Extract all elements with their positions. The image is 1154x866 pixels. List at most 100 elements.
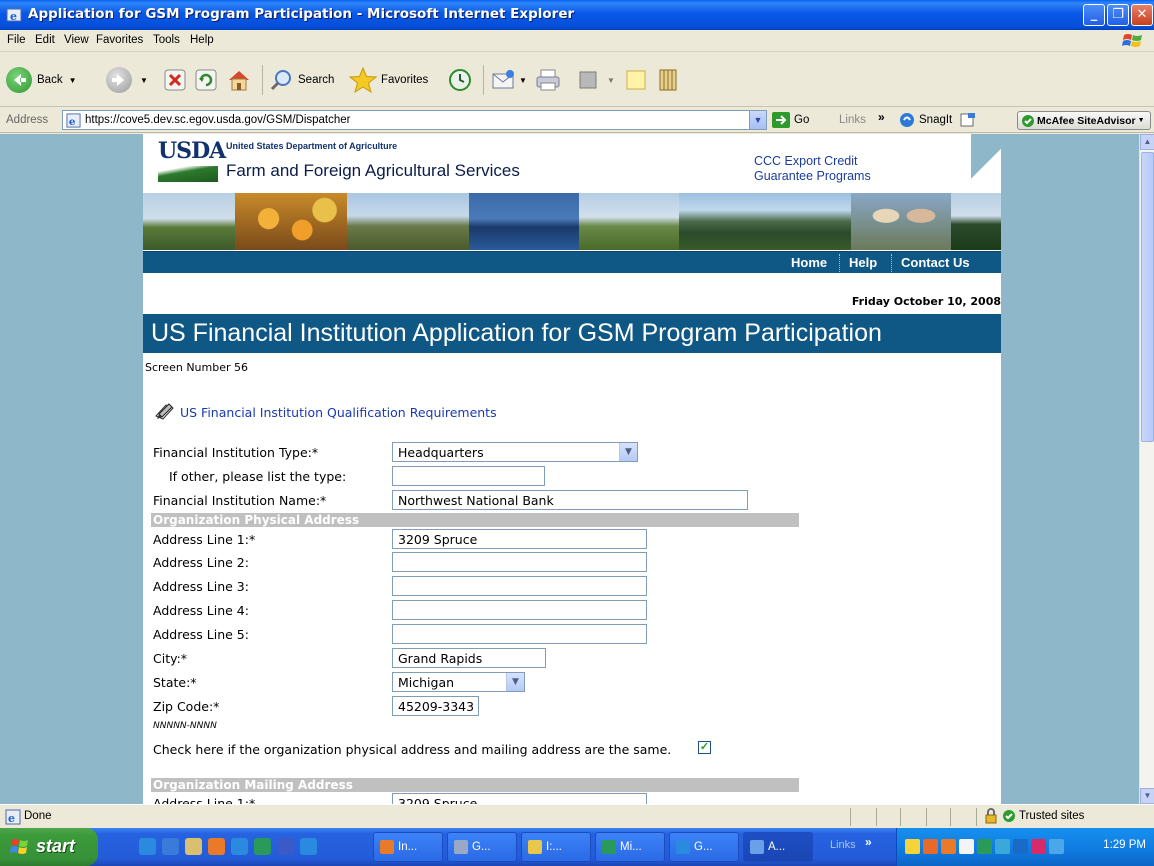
- quicklaunch-icon[interactable]: [300, 838, 317, 855]
- stop-button[interactable]: [164, 60, 186, 100]
- forward-button[interactable]: ▼: [106, 60, 148, 100]
- restore-button[interactable]: ❐: [1107, 4, 1129, 26]
- excel-quicklaunch-icon[interactable]: [254, 838, 271, 855]
- taskbar-links-chevron-icon[interactable]: »: [865, 835, 872, 849]
- same-address-checkbox[interactable]: ✓: [698, 741, 711, 754]
- snagit-button[interactable]: SnagIt: [899, 112, 976, 128]
- nav-home[interactable]: Home: [791, 255, 827, 270]
- tray-icon[interactable]: [923, 839, 938, 854]
- taskbar-item[interactable]: Mi...: [595, 832, 665, 862]
- usda-logo-text: USDA: [158, 138, 226, 164]
- page-done-icon: e: [5, 809, 21, 825]
- tray-icon[interactable]: [1013, 839, 1028, 854]
- outlook-quicklaunch-icon[interactable]: [208, 838, 225, 855]
- taskbar-item[interactable]: G...: [447, 832, 517, 862]
- mailing-address-line-1-input[interactable]: 3209 Spruce: [392, 793, 647, 804]
- windows-flag-icon: [10, 839, 28, 854]
- lock-icon[interactable]: [983, 808, 999, 824]
- quicklaunch-icon[interactable]: [231, 838, 248, 855]
- address-line-4-input[interactable]: [392, 600, 647, 620]
- tray-icon[interactable]: [977, 839, 992, 854]
- address-line-5-input[interactable]: [392, 624, 647, 644]
- refresh-button[interactable]: [195, 60, 217, 100]
- scroll-down-icon[interactable]: ▼: [1140, 788, 1154, 804]
- go-button[interactable]: Go: [772, 112, 809, 128]
- city-input[interactable]: Grand Rapids: [392, 648, 546, 668]
- notes-button[interactable]: [625, 60, 647, 100]
- chevron-down-icon[interactable]: ▼: [506, 673, 524, 691]
- other-type-input[interactable]: [392, 466, 545, 486]
- quicklaunch-icon[interactable]: [185, 838, 202, 855]
- edit-button[interactable]: ▼: [577, 60, 615, 100]
- research-button[interactable]: [656, 60, 682, 100]
- city-label: City:*: [153, 651, 188, 666]
- address-line-1-input[interactable]: 3209 Spruce: [392, 529, 647, 549]
- outlook-tray-icon[interactable]: [941, 839, 956, 854]
- menu-tools[interactable]: Tools: [153, 34, 180, 46]
- department-name: United States Department of Agriculture: [226, 141, 398, 151]
- menu-file[interactable]: File: [7, 34, 26, 46]
- taskbar-item-active[interactable]: A...: [743, 832, 813, 862]
- mailing-address-line-1-label: Address Line 1:*: [153, 796, 256, 804]
- minimize-button[interactable]: _: [1083, 4, 1105, 26]
- banner-farmers-photo: [851, 193, 951, 250]
- mail-button[interactable]: ▼: [491, 60, 527, 100]
- address-input[interactable]: e https://cove5.dev.sc.egov.usda.gov/GSM…: [62, 110, 767, 130]
- history-button[interactable]: [447, 60, 473, 100]
- taskbar-item[interactable]: I:...: [521, 832, 591, 862]
- search-button[interactable]: Search: [270, 60, 334, 100]
- zip-code-label: Zip Code:*: [153, 699, 220, 714]
- window-title-bar[interactable]: e Application for GSM Program Participat…: [0, 0, 1154, 30]
- menu-help[interactable]: Help: [190, 34, 214, 46]
- address-line-2-input[interactable]: [392, 552, 647, 572]
- print-button[interactable]: [535, 60, 561, 100]
- state-value: Michigan: [398, 675, 455, 690]
- menu-edit[interactable]: Edit: [35, 34, 55, 46]
- clock: 1:29 PM: [1103, 839, 1146, 851]
- institution-type-select[interactable]: Headquarters ▼: [392, 442, 638, 462]
- address-line-3-input[interactable]: [392, 576, 647, 596]
- nav-help[interactable]: Help: [849, 255, 877, 270]
- taskbar-item[interactable]: In...: [373, 832, 443, 862]
- back-label: Back: [37, 74, 63, 86]
- research-book-icon: [659, 69, 677, 91]
- word-quicklaunch-icon[interactable]: [277, 838, 294, 855]
- window-title: Application for GSM Program Participatio…: [28, 6, 575, 22]
- quicklaunch-icon[interactable]: [139, 838, 156, 855]
- ie-quicklaunch-icon[interactable]: [162, 838, 179, 855]
- network-tray-icon[interactable]: [995, 839, 1010, 854]
- nav-contact-us[interactable]: Contact Us: [901, 255, 970, 270]
- start-label: start: [36, 836, 76, 856]
- taskbar-item[interactable]: G...: [669, 832, 739, 862]
- start-button[interactable]: start: [0, 828, 98, 866]
- web-page: USDA United States Department of Agricul…: [143, 134, 1001, 804]
- menu-favorites[interactable]: Favorites: [96, 34, 143, 46]
- close-button[interactable]: ✕: [1131, 4, 1153, 26]
- vertical-scrollbar[interactable]: ▲ ▼: [1139, 134, 1154, 804]
- monitor-tray-icon[interactable]: [1049, 839, 1064, 854]
- mcafee-siteadvisor-button[interactable]: McAfee SiteAdvisor ▼: [1017, 111, 1151, 130]
- scroll-up-icon[interactable]: ▲: [1140, 134, 1154, 150]
- address-line-3-label: Address Line 3:: [153, 579, 249, 594]
- mail-tray-icon[interactable]: [905, 839, 920, 854]
- zip-code-input[interactable]: 45209-3343: [392, 696, 479, 716]
- taskbar-item-label: A...: [768, 841, 786, 853]
- links-chevron-icon[interactable]: »: [878, 110, 885, 124]
- ccc-line-2: Guarantee Programs: [754, 169, 871, 183]
- menu-view[interactable]: View: [64, 34, 89, 46]
- taskbar-links-label[interactable]: Links: [830, 839, 856, 851]
- qualification-requirements-link[interactable]: US Financial Institution Qualification R…: [180, 405, 497, 420]
- back-arrow-icon: [6, 67, 32, 93]
- home-button[interactable]: [226, 60, 252, 100]
- tray-icon[interactable]: [959, 839, 974, 854]
- institution-name-input[interactable]: Northwest National Bank: [392, 490, 748, 510]
- scrollbar-thumb[interactable]: [1141, 152, 1154, 442]
- address-dropdown-icon[interactable]: ▼: [749, 111, 766, 129]
- taskbar-item-label: In...: [398, 841, 418, 853]
- links-label[interactable]: Links: [839, 114, 866, 126]
- mcafee-tray-icon[interactable]: [1031, 839, 1046, 854]
- state-select[interactable]: Michigan ▼: [392, 672, 525, 692]
- back-button[interactable]: Back ▼: [6, 60, 77, 100]
- favorites-button[interactable]: Favorites: [349, 60, 428, 100]
- chevron-down-icon[interactable]: ▼: [619, 443, 637, 461]
